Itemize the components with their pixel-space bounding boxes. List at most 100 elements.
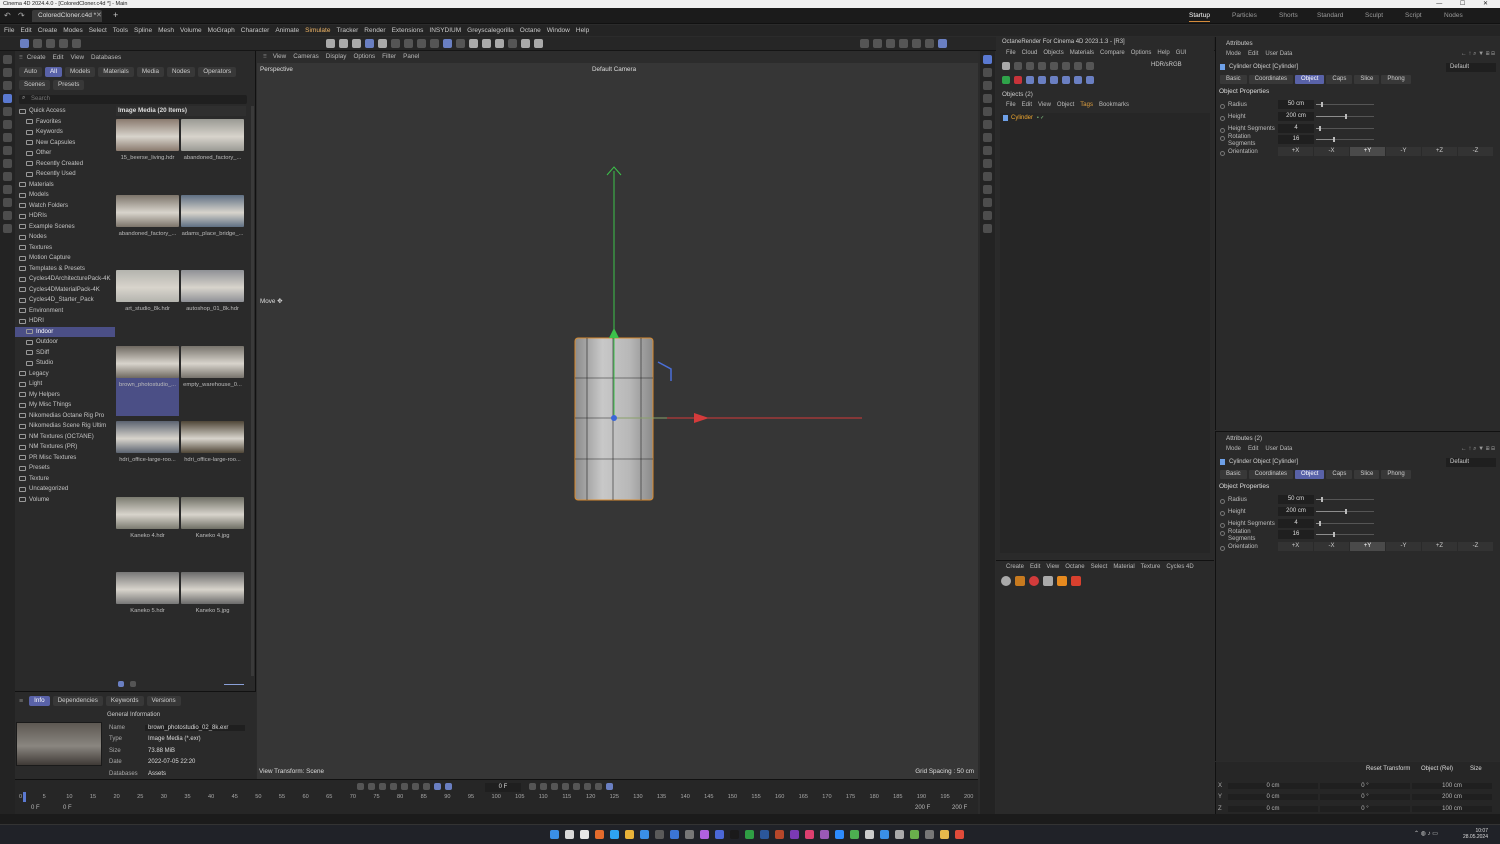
info-tab-versions[interactable]: Versions [146, 696, 181, 706]
reset-transform-button[interactable]: Reset Transform [1366, 766, 1410, 772]
layout-tab-particles[interactable]: Particles [1232, 10, 1257, 22]
tree-item[interactable]: Cycles4DArchitecturePack-4K [15, 274, 115, 285]
material-menu-texture[interactable]: Texture [1141, 564, 1161, 570]
fullscreen-icon[interactable] [886, 39, 895, 48]
taskbar-app-icon[interactable] [775, 830, 784, 839]
attr-tab-caps[interactable]: Caps [1326, 470, 1353, 479]
layout-tab-startup[interactable]: Startup [1189, 10, 1210, 22]
previous-key-icon[interactable] [368, 783, 375, 790]
tree-item[interactable]: HDRI [15, 316, 115, 327]
tree-item[interactable]: Environment [15, 306, 115, 317]
filter-materials[interactable]: Materials [98, 67, 134, 77]
tree-item[interactable]: PR Misc Textures [15, 453, 115, 464]
coord-position[interactable]: 0 cm [1228, 794, 1318, 801]
objects-menu-tags[interactable]: Tags [1080, 102, 1093, 108]
coord-size[interactable]: 100 cm [1412, 782, 1492, 789]
asset-thumb[interactable]: brown_photostudio_... [116, 345, 179, 416]
playhead[interactable] [23, 792, 26, 802]
property-slider[interactable] [1314, 519, 1374, 528]
asset-thumb[interactable]: abandoned_factory_... [116, 194, 179, 265]
transform-tool-icon[interactable] [3, 133, 12, 142]
axis-mode-icon[interactable] [391, 39, 400, 48]
menu-insydium[interactable]: INSYDIUM [429, 27, 461, 34]
material-menu-edit[interactable]: Edit [1030, 564, 1040, 570]
coord-position[interactable]: 0 cm [1228, 805, 1318, 812]
measure-tool-icon[interactable] [3, 198, 12, 207]
live-select-icon-2[interactable] [3, 81, 12, 90]
octane-env-icon[interactable] [1086, 76, 1094, 84]
attr-menu-user-data[interactable]: User Data [1265, 51, 1292, 57]
text-icon[interactable] [983, 120, 992, 129]
taskbar-app-icon[interactable] [910, 830, 919, 839]
taskbar-app-icon[interactable] [610, 830, 619, 839]
tree-item[interactable]: Favorites [15, 117, 115, 128]
menu-mograph[interactable]: MoGraph [208, 27, 235, 34]
tree-item[interactable]: Uncategorized [15, 484, 115, 495]
octane-menu-file[interactable]: File [1006, 50, 1016, 56]
layout-1-icon[interactable] [899, 39, 908, 48]
material-menu-material[interactable]: Material [1113, 564, 1134, 570]
property-value[interactable]: 16 [1278, 135, 1314, 145]
undo-view-icon[interactable] [860, 39, 869, 48]
lock-y-icon[interactable] [46, 39, 55, 48]
generator-icon[interactable] [983, 133, 992, 142]
param-key-icon[interactable] [595, 783, 602, 790]
attr-tab-coordinates[interactable]: Coordinates [1248, 75, 1294, 84]
tree-item[interactable]: Keywords [15, 127, 115, 138]
taskbar-app-icon[interactable] [670, 830, 679, 839]
taskbar-app-icon[interactable] [895, 830, 904, 839]
menu-select[interactable]: Select [89, 27, 107, 34]
tweak-icon[interactable] [404, 39, 413, 48]
taskbar-app-icon[interactable] [790, 830, 799, 839]
end-frame-a[interactable]: 200 F [915, 805, 930, 811]
scale-key-icon[interactable] [584, 783, 591, 790]
tree-item[interactable]: Example Scenes [15, 222, 115, 233]
annotation-tool-icon[interactable] [3, 211, 12, 220]
taskbar-app-icon[interactable] [850, 830, 859, 839]
objects-menu-bookmarks[interactable]: Bookmarks [1099, 102, 1129, 108]
add-tab-icon[interactable]: + [113, 10, 118, 20]
mograph-icon[interactable] [983, 172, 992, 181]
menu-extensions[interactable]: Extensions [392, 27, 424, 34]
filter-all[interactable]: All [44, 67, 62, 77]
paint-tool-icon[interactable] [3, 185, 12, 194]
record-icon[interactable] [529, 783, 536, 790]
attr-menu-edit[interactable]: Edit [1248, 51, 1258, 57]
orientation-option[interactable]: +X [1278, 542, 1313, 552]
render-view-icon[interactable] [469, 39, 478, 48]
property-value[interactable]: 4 [1278, 123, 1314, 133]
octane-start-icon[interactable] [1002, 76, 1010, 84]
attr-menu-user-data[interactable]: User Data [1265, 446, 1292, 452]
property-value[interactable]: 16 [1278, 530, 1314, 540]
octane-menu-compare[interactable]: Compare [1100, 50, 1125, 56]
polygons-mode-icon[interactable] [352, 39, 361, 48]
clock[interactable]: 10:07 28.05.2024 [1460, 828, 1488, 840]
taskbar-app-icon[interactable] [940, 830, 949, 839]
tab-scenes[interactable]: Scenes [19, 80, 51, 90]
points-mode-icon[interactable] [326, 39, 335, 48]
orientation-option[interactable]: +Z [1422, 542, 1457, 552]
list-view-icon[interactable] [118, 681, 124, 687]
window-controls[interactable]: — ☐ ✕ [1436, 0, 1496, 7]
menu-simulate[interactable]: Simulate [305, 27, 330, 34]
loop-icon[interactable] [434, 783, 441, 790]
object-mode-icon[interactable] [365, 39, 374, 48]
taskbar-app-icon[interactable] [700, 830, 709, 839]
axis-tool-icon[interactable] [3, 159, 12, 168]
menu-tools[interactable]: Tools [113, 27, 128, 34]
octane-menu-cloud[interactable]: Cloud [1022, 50, 1038, 56]
play-icon[interactable] [390, 783, 397, 790]
deformer-icon[interactable] [983, 146, 992, 155]
attr-tab-basic[interactable]: Basic [1220, 470, 1247, 479]
tree-item[interactable]: Textures [15, 243, 115, 254]
frame-icon[interactable] [873, 39, 882, 48]
tree-item[interactable]: My Misc Things [15, 400, 115, 411]
material-swatch-2[interactable] [1015, 576, 1025, 586]
coord-size[interactable]: 100 cm [1412, 805, 1492, 812]
lock-x-icon[interactable] [33, 39, 42, 48]
layout-tab-standard[interactable]: Standard [1317, 10, 1343, 22]
next-frame-icon[interactable] [401, 783, 408, 790]
environment-icon[interactable] [983, 211, 992, 220]
menu-render[interactable]: Render [364, 27, 385, 34]
timeline-ruler[interactable]: 0 5 10 15 20 25 30 35 40 45 50 55 60 65 70 75 80 85 90 95 10… [15, 794, 978, 803]
